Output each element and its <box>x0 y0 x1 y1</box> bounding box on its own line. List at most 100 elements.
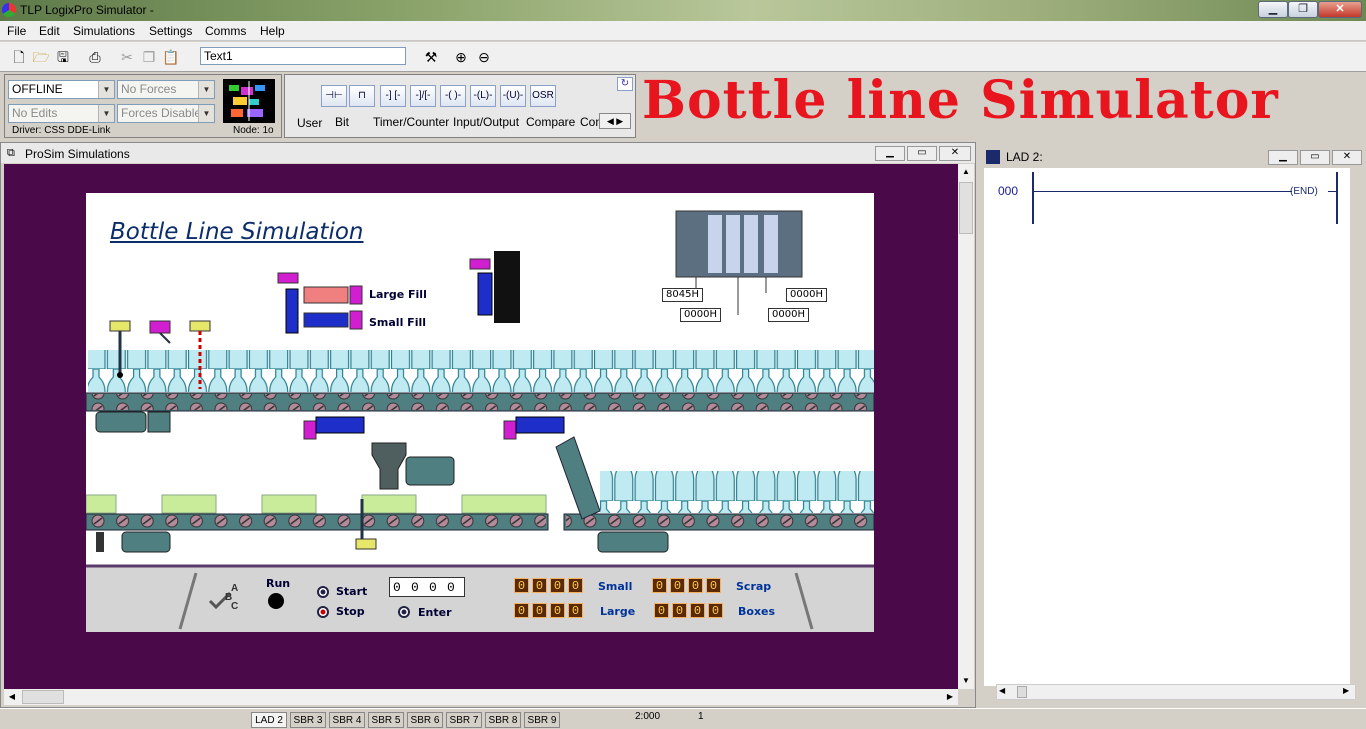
zoom-in-icon[interactable]: ⊕ <box>450 47 472 69</box>
abc-selector[interactable]: A B C <box>225 583 239 612</box>
close-button[interactable]: ✕ <box>1318 1 1362 18</box>
thumbwheel[interactable]: 0 0 0 0 <box>389 577 465 597</box>
ladder-editor[interactable]: 000 (END) ◀ ▶ <box>984 168 1356 700</box>
ladder-close-button[interactable]: ✕ <box>1332 150 1362 165</box>
contact-nc-instruction-button[interactable]: -]/[- <box>410 85 436 107</box>
rack-value-3: 0000H <box>680 308 721 322</box>
chevron-down-icon: ▼ <box>198 105 214 122</box>
thumbwheel-digit-3[interactable]: 0 <box>429 580 437 595</box>
counter-digit: 0 <box>532 578 547 593</box>
rack-value-1: 8045H <box>662 288 703 302</box>
refresh-icon[interactable]: ↻ <box>617 77 633 91</box>
prosim-close-button[interactable]: ✕ <box>939 146 971 161</box>
menu-settings[interactable]: Settings <box>149 24 192 38</box>
prosim-caption: ⧉ ProSim Simulations ▁ ▭ ✕ <box>1 143 975 163</box>
text-field[interactable]: Text1 <box>200 47 406 65</box>
edits-select[interactable]: No Edits ▼ <box>8 104 115 123</box>
tools-icon[interactable]: ⚒ <box>420 47 442 69</box>
counter-digit: 0 <box>688 578 703 593</box>
scroll-thumb[interactable] <box>1017 686 1027 698</box>
forces-select[interactable]: No Forces ▼ <box>117 80 215 99</box>
contact-instruction-button[interactable]: -] [- <box>380 85 406 107</box>
stop-button[interactable]: Stop <box>336 605 365 618</box>
tab-sbr4[interactable]: SBR 4 <box>329 712 365 728</box>
branch-instruction-button[interactable]: ⊓ <box>349 85 375 107</box>
scroll-right-icon[interactable]: ▶ <box>942 689 958 705</box>
end-instruction[interactable]: (END) <box>1290 186 1318 197</box>
title-bar: TLP LogixPro Simulator - ▁ ❐ ✕ <box>0 0 1366 21</box>
menu-edit[interactable]: Edit <box>39 24 60 38</box>
start-button[interactable]: Start <box>336 585 367 598</box>
prosim-maximize-button[interactable]: ▭ <box>907 146 937 161</box>
menu-help[interactable]: Help <box>260 24 285 38</box>
scroll-left-icon[interactable]: ◀ <box>999 686 1005 695</box>
copy-icon[interactable]: ❐ <box>138 47 160 69</box>
ladder-maximize-button[interactable]: ▭ <box>1300 150 1330 165</box>
maximize-button[interactable]: ❐ <box>1288 1 1318 18</box>
driver-label: Driver: CSS DDE-Link <box>12 125 111 136</box>
menu-comms[interactable]: Comms <box>205 24 246 38</box>
xic-instruction-button[interactable]: ⊣⊢ <box>321 85 347 107</box>
menu-file[interactable]: File <box>7 24 26 38</box>
rung-line <box>1034 191 1292 192</box>
mode-select[interactable]: OFFLINE ▼ <box>8 80 115 99</box>
node-label: Node: 1o <box>233 125 274 136</box>
scroll-down-icon[interactable]: ▼ <box>958 673 974 689</box>
tab-sbr5[interactable]: SBR 5 <box>368 712 404 728</box>
tab-input-output[interactable]: Input/Output <box>453 115 519 129</box>
scroll-left-icon[interactable]: ◀ <box>4 689 20 705</box>
tab-sbr9[interactable]: SBR 9 <box>524 712 560 728</box>
tab-scroll-arrows[interactable]: ◀ ▶ <box>599 113 631 129</box>
tab-sbr6[interactable]: SBR 6 <box>407 712 443 728</box>
thumbwheel-digit-1[interactable]: 0 <box>393 580 401 595</box>
minimize-button[interactable]: ▁ <box>1258 1 1288 18</box>
selector-c: C <box>231 601 239 612</box>
prosim-minimize-button[interactable]: ▁ <box>875 146 905 161</box>
zoom-out-icon[interactable]: ⊖ <box>473 47 495 69</box>
latch-coil-button[interactable]: -(L)- <box>470 85 496 107</box>
tab-sbr3[interactable]: SBR 3 <box>290 712 326 728</box>
print-icon[interactable]: ⎙ <box>84 47 106 69</box>
thumbwheel-digit-4[interactable]: 0 <box>447 580 455 595</box>
scroll-thumb[interactable] <box>959 182 973 234</box>
enter-button[interactable]: Enter <box>418 606 452 619</box>
save-icon[interactable]: 🖫 <box>52 47 74 69</box>
tab-user[interactable]: User <box>297 116 322 130</box>
paste-icon[interactable]: 📋 <box>160 47 182 69</box>
scroll-up-icon[interactable]: ▲ <box>958 164 974 180</box>
ladder-minimize-button[interactable]: ▁ <box>1268 150 1298 165</box>
plc-status-panel: OFFLINE ▼ No Forces ▼ No Edits ▼ Forces Dis… <box>4 74 282 138</box>
osr-instruction-button[interactable]: OSR <box>530 85 556 107</box>
end-label: END <box>1293 186 1315 197</box>
prosim-title: ProSim Simulations <box>25 147 130 161</box>
tab-bit[interactable]: Bit <box>335 115 349 129</box>
status-position: 2:000 <box>635 711 661 722</box>
open-folder-icon[interactable]: 🗁 <box>30 47 52 69</box>
chevron-down-icon: ▼ <box>98 105 114 122</box>
counter-digit: 0 <box>708 603 723 618</box>
plc-animation-icon <box>223 79 275 123</box>
forces-enabled-select[interactable]: Forces Disabled ▼ <box>117 104 215 123</box>
cut-icon[interactable]: ✂ <box>116 47 138 69</box>
status-bar: LAD 2 SBR 3 SBR 4 SBR 5 SBR 6 SBR 7 SBR … <box>0 708 1366 729</box>
horizontal-scrollbar[interactable]: ◀ ▶ <box>4 689 958 705</box>
menu-simulations[interactable]: Simulations <box>73 24 135 38</box>
counter-digit: 0 <box>706 578 721 593</box>
scroll-thumb[interactable] <box>22 690 64 704</box>
tab-lad2[interactable]: LAD 2 <box>251 712 287 728</box>
tab-sbr8[interactable]: SBR 8 <box>485 712 521 728</box>
vertical-scrollbar[interactable]: ▲ ▼ <box>958 164 974 689</box>
ladder-horizontal-scrollbar[interactable]: ◀ ▶ <box>996 684 1356 700</box>
coil-instruction-button[interactable]: -( )- <box>440 85 466 107</box>
tab-sbr7[interactable]: SBR 7 <box>446 712 482 728</box>
tab-timer-counter[interactable]: Timer/Counter <box>373 115 449 129</box>
scroll-right-icon[interactable]: ▶ <box>1343 686 1349 695</box>
left-rail <box>1032 172 1034 224</box>
unlatch-coil-button[interactable]: -(U)- <box>500 85 526 107</box>
selector-a: A <box>231 583 239 594</box>
new-file-icon[interactable]: 🗋 <box>8 47 30 69</box>
tab-compare[interactable]: Compare <box>526 115 575 129</box>
thumbwheel-digit-2[interactable]: 0 <box>411 580 419 595</box>
status-count: 1 <box>698 711 704 722</box>
counter-digit: 0 <box>550 578 565 593</box>
